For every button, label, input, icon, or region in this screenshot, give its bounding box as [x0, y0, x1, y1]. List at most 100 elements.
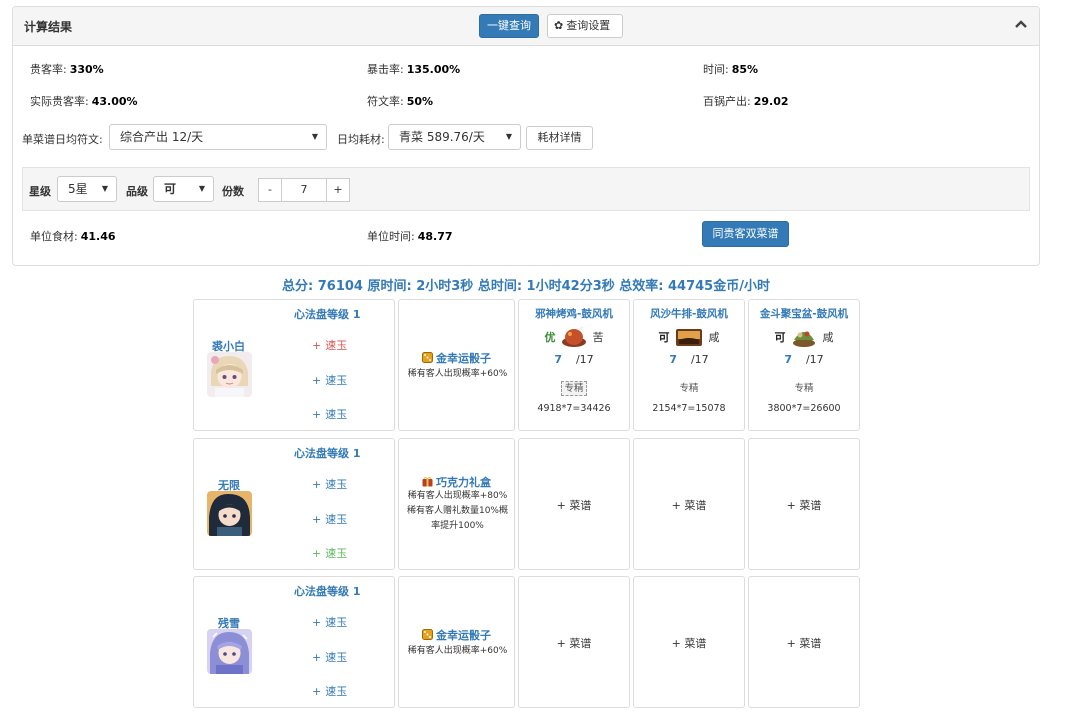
- add-recipe-button[interactable]: + 菜谱: [634, 497, 744, 513]
- gem-slot-1[interactable]: + 速玉: [312, 337, 347, 353]
- avatar[interactable]: [207, 352, 252, 397]
- panel-title: 计算结果: [24, 20, 73, 34]
- material-daily-label: 日均耗材:: [337, 133, 385, 146]
- golden-dice-icon: [422, 629, 436, 642]
- one-click-query-button[interactable]: 一键查询: [479, 14, 539, 38]
- caret-down-icon: ▼: [198, 184, 205, 193]
- dish-grade: 优: [544, 331, 556, 344]
- chef-card[interactable]: 心法盘等级 1 残雪 + 速玉 + 速玉 + 速玉: [193, 576, 395, 708]
- gem-slot-3[interactable]: + 速玉: [312, 683, 347, 699]
- gem-slot-1[interactable]: + 速玉: [312, 476, 347, 492]
- caret-down-icon: ▼: [101, 184, 108, 193]
- equip-card[interactable]: 巧克力礼盒 稀有客人出现概率+80% 稀有客人赠礼数量10%概率提升100%: [398, 438, 515, 570]
- dish-card[interactable]: + 菜谱: [518, 438, 630, 570]
- star-label: 星级: [29, 185, 51, 198]
- chef-card[interactable]: 心法盘等级 1 无限 + 速玉 + 速玉 + 速玉: [193, 438, 395, 570]
- material-daily-select[interactable]: 青菜 589.76/天 ▼: [388, 124, 521, 150]
- portion-minus-button[interactable]: -: [258, 178, 282, 202]
- stat-time: 时间: 85%: [703, 63, 759, 76]
- dish-card[interactable]: + 菜谱: [748, 438, 860, 570]
- dish-quantity[interactable]: 7/17: [749, 353, 859, 366]
- gem-slot-2[interactable]: + 速玉: [312, 511, 347, 527]
- gear-icon: ✿: [554, 19, 564, 32]
- caret-down-icon: ▼: [505, 132, 512, 141]
- dish-taste: 咸: [822, 331, 834, 344]
- equip-desc: 稀有客人出现概率+60%: [407, 369, 508, 379]
- equip-name: 金幸运骰子: [399, 627, 514, 643]
- portion-plus-button[interactable]: +: [326, 178, 350, 202]
- add-recipe-button[interactable]: + 菜谱: [519, 635, 629, 651]
- dish-taste: 苦: [592, 331, 604, 344]
- chevron-up-icon[interactable]: [1015, 17, 1027, 31]
- dish-title: 邪神烤鸡-鼓风机: [535, 308, 613, 320]
- treasure-bowl-dish-icon: [789, 330, 819, 347]
- dish-skill: 专精: [679, 383, 699, 394]
- rune-daily-label: 单菜谱日均符文:: [22, 133, 103, 146]
- gem-slot-1[interactable]: + 速玉: [312, 614, 347, 630]
- equip-desc: 稀有客人出现概率+60%: [407, 646, 508, 656]
- dish-quantity[interactable]: 7/17: [519, 353, 629, 366]
- stat-crit-rate: 暴击率: 135.00%: [367, 63, 461, 76]
- add-recipe-button[interactable]: + 菜谱: [749, 497, 859, 513]
- caret-down-icon: ▼: [311, 132, 318, 141]
- dish-title: 金斗聚宝盆-鼓风机: [759, 308, 849, 320]
- chocolate-gift-box-icon: [422, 476, 436, 489]
- dish-card[interactable]: + 菜谱: [633, 576, 745, 708]
- dish-card[interactable]: + 菜谱: [518, 576, 630, 708]
- equip-name: 金幸运骰子: [399, 350, 514, 366]
- dish-skill: 专精: [794, 383, 814, 394]
- dish-card[interactable]: + 菜谱: [633, 438, 745, 570]
- stat-hundred-pot-output: 百锅产出: 29.02: [703, 95, 789, 108]
- golden-dice-icon: [422, 352, 436, 365]
- query-settings-label: 查询设置: [566, 19, 611, 32]
- dish-score: 4918*7=34426: [537, 403, 611, 414]
- avatar[interactable]: [207, 629, 252, 674]
- query-settings-button[interactable]: ✿ 查询设置: [547, 14, 623, 38]
- equip-name: 巧克力礼盒: [399, 474, 514, 490]
- unit-time: 单位时间: 48.77: [367, 230, 453, 243]
- dish-card[interactable]: 风沙牛排-鼓风机 可 咸 7/17 专精 2154*7=15078: [633, 299, 745, 431]
- dish-grade-row: 优 苦: [519, 326, 629, 350]
- rune-daily-select[interactable]: 综合产出 12/天 ▼: [109, 124, 327, 150]
- gem-slot-3[interactable]: + 速玉: [312, 545, 347, 561]
- star-select[interactable]: 5星 ▼: [57, 176, 117, 202]
- roast-chicken-dish-icon: [559, 326, 589, 347]
- equip-card[interactable]: 金幸运骰子 稀有客人出现概率+60%: [398, 576, 515, 708]
- equip-card[interactable]: 金幸运骰子 稀有客人出现概率+60%: [398, 299, 515, 431]
- same-vip-dual-recipe-button[interactable]: 同贵客双菜谱: [702, 221, 789, 247]
- calc-result-panel: 计算结果 一键查询 ✿ 查询设置 贵客率: 330% 暴击率: 135.00% 时间:…: [12, 6, 1040, 266]
- dish-card[interactable]: 金斗聚宝盆-鼓风机 可 咸 7/17 专精 3800*7=26600: [748, 299, 860, 431]
- dish-score: 2154*7=15078: [652, 403, 726, 414]
- filter-strip: 星级 5星 ▼ 品级 可 ▼ 份数 - 7 +: [22, 167, 1030, 211]
- dish-score: 3800*7=26600: [767, 403, 841, 414]
- dish-taste: 咸: [708, 331, 720, 344]
- dish-title: 风沙牛排-鼓风机: [650, 308, 728, 320]
- mind-disc-level[interactable]: 心法盘等级 1: [294, 445, 360, 461]
- gem-slot-3[interactable]: + 速玉: [312, 406, 347, 422]
- portion-stepper: - 7 +: [258, 178, 350, 202]
- portion-input[interactable]: 7: [282, 178, 326, 202]
- dish-quantity[interactable]: 7/17: [634, 353, 744, 366]
- avatar[interactable]: [207, 491, 252, 536]
- mind-disc-level[interactable]: 心法盘等级 1: [294, 306, 360, 322]
- unit-food: 单位食材: 41.46: [30, 230, 116, 243]
- steak-dish-icon: [673, 329, 705, 346]
- dish-grade: 可: [658, 331, 670, 344]
- add-recipe-button[interactable]: + 菜谱: [634, 635, 744, 651]
- chef-card[interactable]: 心法盘等级 1 裘小白 + 速玉 + 速玉 + 速玉: [193, 299, 395, 431]
- dish-grade-row: 可 咸: [634, 326, 744, 350]
- portion-label: 份数: [222, 185, 244, 198]
- equip-desc: 稀有客人出现概率+80% 稀有客人赠礼数量10%概率提升100%: [406, 491, 508, 531]
- add-recipe-button[interactable]: + 菜谱: [519, 497, 629, 513]
- add-recipe-button[interactable]: + 菜谱: [749, 635, 859, 651]
- gem-slot-2[interactable]: + 速玉: [312, 649, 347, 665]
- gem-slot-2[interactable]: + 速玉: [312, 372, 347, 388]
- dish-grade: 可: [774, 331, 786, 344]
- dish-card[interactable]: + 菜谱: [748, 576, 860, 708]
- stat-rune-rate: 符文率: 50%: [367, 95, 434, 108]
- panel-header: 计算结果 一键查询 ✿ 查询设置: [13, 7, 1039, 46]
- grade-select[interactable]: 可 ▼: [153, 176, 214, 202]
- mind-disc-level[interactable]: 心法盘等级 1: [294, 583, 360, 599]
- material-detail-button[interactable]: 耗材详情: [526, 126, 593, 150]
- dish-card[interactable]: 邪神烤鸡-鼓风机 优 苦 7/17 专精 4918*7=34426: [518, 299, 630, 431]
